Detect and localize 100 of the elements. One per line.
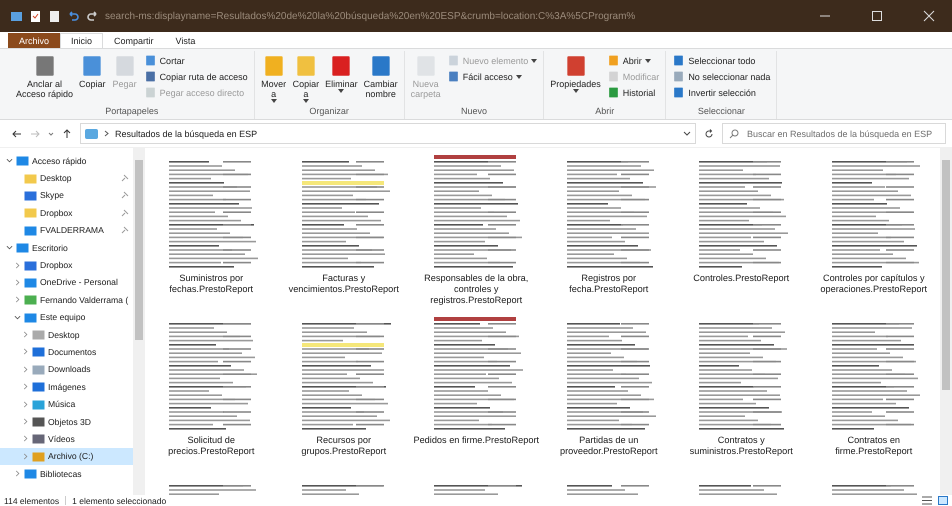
ribbon-tab[interactable]: Archivo xyxy=(8,33,60,48)
scrollbar[interactable] xyxy=(133,148,145,495)
tree-item-label: Escritorio xyxy=(32,242,68,253)
ribbon-button[interactable]: Invertir selección xyxy=(670,85,772,100)
file-name[interactable]: Contratos en firme.PrestoReport xyxy=(835,435,912,457)
tree-item[interactable]: Archivo (C:) xyxy=(0,448,133,466)
scrollbar[interactable] xyxy=(940,148,952,495)
tree-item[interactable]: Downloads xyxy=(0,360,133,378)
tree-item[interactable]: Documentos xyxy=(0,343,133,361)
file-name[interactable]: Registros por fecha.PrestoReport xyxy=(569,273,648,295)
file-name[interactable]: Facturas y vencimientos.PrestoReport xyxy=(288,273,399,295)
chevron-right-icon[interactable] xyxy=(22,452,29,460)
chevron-right-icon[interactable] xyxy=(22,400,29,408)
chevron-right-icon[interactable] xyxy=(22,418,29,426)
tree-item[interactable]: Objetos 3D xyxy=(0,412,133,430)
file-name[interactable]: Recursos por grupos.PrestoReport xyxy=(301,435,386,457)
tree-item[interactable]: Desktop xyxy=(0,169,133,187)
ribbon-tab[interactable]: Inicio xyxy=(60,33,104,48)
chevron-right-icon[interactable] xyxy=(14,296,21,304)
ribbon-button[interactable]: Mover a xyxy=(258,51,289,106)
file-name[interactable]: Controles.PrestoReport xyxy=(693,273,790,284)
tree-item[interactable]: Música xyxy=(0,395,133,413)
chevron-right-icon[interactable] xyxy=(22,383,29,390)
back-arrow-icon[interactable] xyxy=(12,128,22,138)
caret-icon[interactable] xyxy=(644,58,651,62)
file-name[interactable]: Pedidos en firme.PrestoReport xyxy=(413,435,540,446)
undo-icon[interactable] xyxy=(67,10,80,22)
tree-item[interactable]: Acceso rápido xyxy=(0,152,133,170)
group-label: Nuevo xyxy=(460,106,488,118)
refresh-icon[interactable] xyxy=(704,128,714,138)
caret-icon[interactable] xyxy=(338,89,344,93)
tree-item-label: Música xyxy=(48,399,76,410)
tree-item[interactable]: Desktop xyxy=(0,326,133,344)
ribbon-button[interactable]: Historial xyxy=(604,85,662,100)
chevron-down-icon[interactable] xyxy=(683,130,691,136)
chevron-down-icon[interactable] xyxy=(6,157,13,164)
large-icons-view-icon[interactable] xyxy=(938,496,948,505)
tree-item[interactable]: Dropbox xyxy=(0,256,133,274)
chevron-right-icon[interactable] xyxy=(14,278,21,286)
file-name[interactable]: Controles por capítulos y operaciones.PrestoReport xyxy=(820,273,928,295)
details-view-icon[interactable] xyxy=(922,496,932,505)
tree-item[interactable]: Escritorio xyxy=(0,238,133,256)
caret-icon[interactable] xyxy=(516,74,522,78)
ribbon-button[interactable]: Propiedades xyxy=(548,51,603,106)
ribbon-button[interactable]: Cortar xyxy=(142,53,250,68)
tree-item[interactable]: FVALDERRAMA xyxy=(0,222,133,239)
chevron-right-icon[interactable] xyxy=(14,262,21,269)
ribbon-button[interactable]: No seleccionar nada xyxy=(670,69,772,84)
tree-item[interactable]: Dropbox xyxy=(0,204,133,222)
checkmark-icon[interactable] xyxy=(29,10,42,22)
chevron-right-icon[interactable] xyxy=(22,348,29,356)
tree-item[interactable]: OneDrive - Personal xyxy=(0,274,133,292)
file-name[interactable]: Suministros por fechas.PrestoReport xyxy=(169,273,254,295)
address-bar[interactable]: Resultados de la búsqueda en ESP xyxy=(80,123,696,144)
caret-icon[interactable] xyxy=(572,89,579,93)
file-name[interactable]: Contratos y suministros.PrestoReport xyxy=(690,435,793,457)
tree-item[interactable]: Fernando Valderrama ( xyxy=(0,291,133,309)
chevron-down-icon[interactable] xyxy=(14,314,21,321)
chevron-down-icon[interactable] xyxy=(48,130,54,136)
caret-icon[interactable] xyxy=(302,99,309,103)
folder-icon xyxy=(24,260,37,271)
ribbon-button[interactable]: Cambiar nombre xyxy=(362,51,400,106)
tree-item[interactable]: Este equipo xyxy=(0,308,133,326)
tree-item[interactable]: Vídeos xyxy=(0,430,133,448)
tree-item[interactable]: Skype xyxy=(0,186,133,204)
ribbon-button[interactable]: Copiar a xyxy=(290,51,322,106)
chevron-right-icon[interactable] xyxy=(22,331,29,338)
ribbon-icon xyxy=(606,86,620,99)
search-icon xyxy=(729,128,739,138)
redo-icon[interactable] xyxy=(86,10,99,22)
ribbon-button[interactable]: Copiar ruta de acceso xyxy=(142,69,250,84)
file-name[interactable]: Solicitud de precios.PrestoReport xyxy=(168,435,254,457)
tree-item[interactable]: Bibliotecas xyxy=(0,465,133,482)
folder-icon xyxy=(32,398,45,410)
folder-icon xyxy=(32,381,45,392)
file-name[interactable]: Partidas de un proveedor.PrestoReport xyxy=(560,435,658,457)
ribbon-button[interactable]: Seleccionar todo xyxy=(670,53,772,68)
folder-icon xyxy=(32,364,45,375)
tree-item[interactable]: Imágenes xyxy=(0,378,133,396)
tree-item-label: Acceso rápido xyxy=(32,156,86,166)
tree-item-label: Skype xyxy=(40,190,64,200)
ribbon-icon xyxy=(606,54,620,67)
file-name[interactable]: Responsables de la obra, controles y registros.PrestoReport xyxy=(424,273,528,306)
document-icon[interactable] xyxy=(48,10,61,22)
chevron-right-icon[interactable] xyxy=(22,366,29,373)
folder-icon[interactable] xyxy=(10,10,23,22)
chevron-right-icon xyxy=(104,130,109,137)
folder-icon xyxy=(16,242,29,254)
ribbon-button[interactable]: Copiar xyxy=(77,51,108,106)
selection-status: 1 elemento seleccionado xyxy=(72,496,168,506)
up-arrow-icon[interactable] xyxy=(62,128,72,138)
chevron-down-icon[interactable] xyxy=(6,244,13,252)
ribbon-button[interactable]: Fácil acceso xyxy=(444,69,540,84)
ribbon-button[interactable]: Eliminar xyxy=(323,51,360,106)
chevron-right-icon[interactable] xyxy=(14,470,21,478)
chevron-right-icon[interactable] xyxy=(22,435,29,442)
search-field[interactable]: Buscar en Resultados de la búsqueda en ESP xyxy=(722,123,946,144)
ribbon-button[interactable]: Abrir xyxy=(604,53,662,68)
ribbon-button[interactable]: Anclar al Acceso rápido xyxy=(14,51,76,106)
caret-icon[interactable] xyxy=(270,99,277,103)
